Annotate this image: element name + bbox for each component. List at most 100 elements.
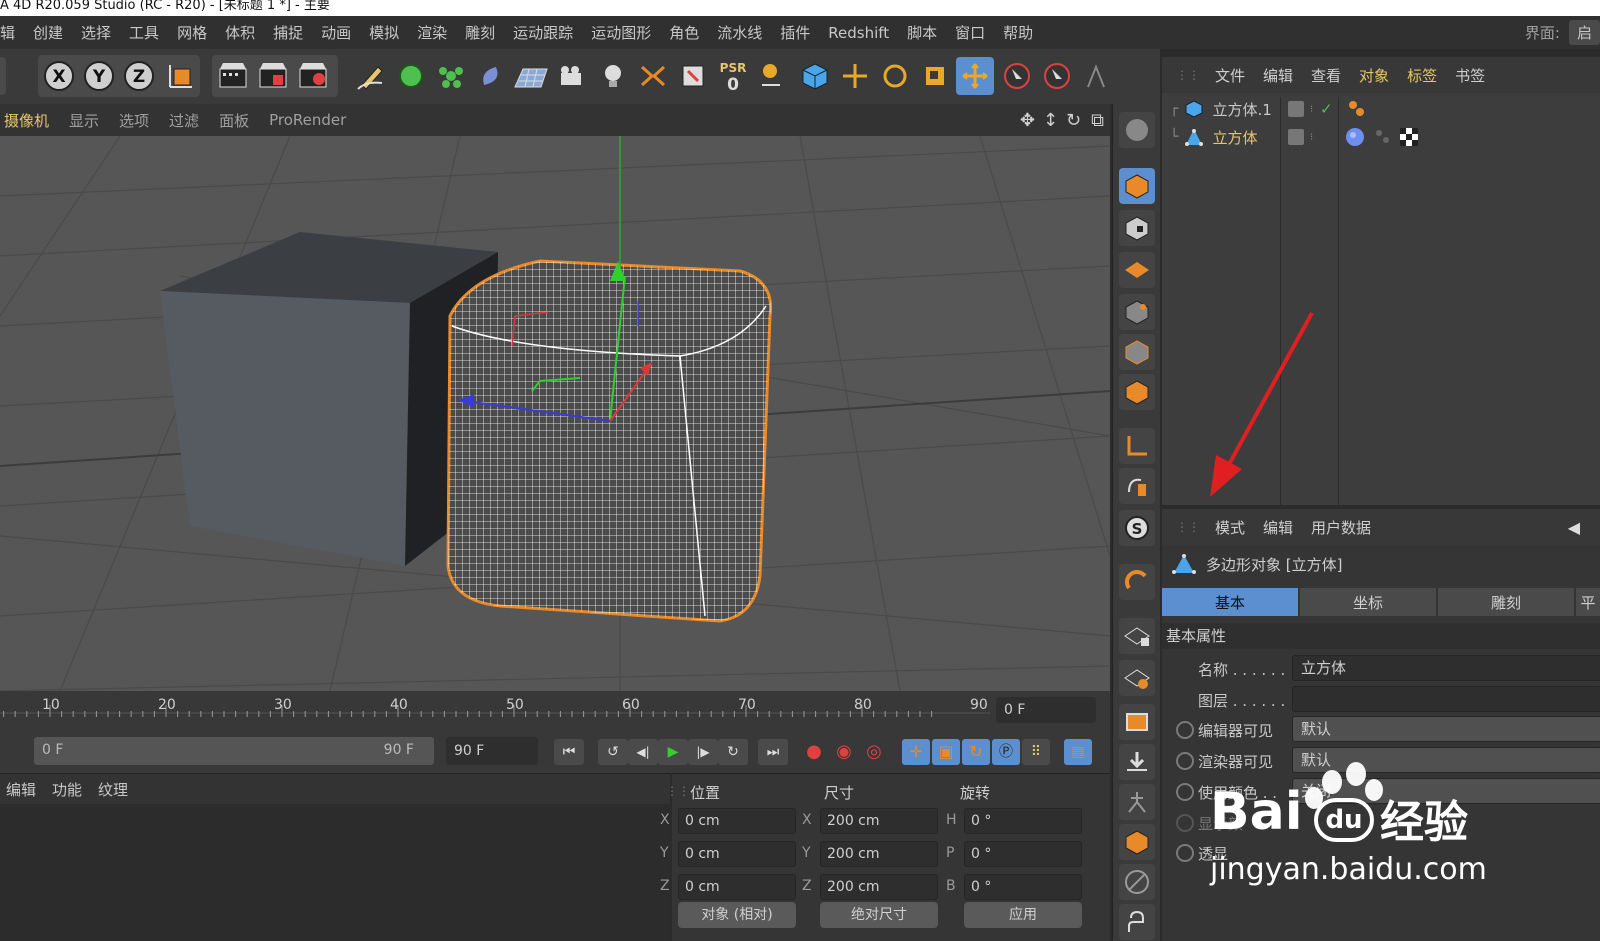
tab-coord[interactable]: 坐标 (1300, 588, 1436, 616)
layer-field[interactable] (1292, 686, 1600, 712)
menu-help[interactable]: 帮助 (994, 22, 1042, 43)
range-slider[interactable]: 0 F 90 F (34, 737, 434, 765)
viewport-rotate-icon[interactable]: ↻ (1062, 110, 1085, 131)
axis-mode-icon[interactable] (1119, 428, 1155, 464)
points-mode-icon[interactable] (1119, 294, 1155, 330)
disable-icon[interactable] (1119, 864, 1155, 900)
viewport-menu-options[interactable]: 选项 (109, 110, 159, 131)
tab-sculpt[interactable]: 雕刻 (1438, 588, 1574, 616)
rot-h-field[interactable]: 0 ° (964, 808, 1082, 834)
menu-snap[interactable]: 捕捉 (264, 22, 312, 43)
lock-workplane-icon[interactable] (1119, 618, 1155, 654)
viewport-menu-camera[interactable]: 摄像机 (0, 110, 59, 131)
pen-spline-icon[interactable] (352, 57, 390, 95)
bake-icon[interactable] (1119, 824, 1155, 860)
visibility-dots-icon[interactable]: ⁝ (1310, 132, 1313, 143)
polygons-mode-icon[interactable] (1119, 374, 1155, 410)
menu-redshift[interactable]: Redshift (819, 24, 898, 42)
timeline-window-button[interactable]: ▤ (1064, 739, 1092, 765)
live-selection-icon[interactable] (956, 57, 994, 95)
deformer-icon[interactable] (472, 57, 510, 95)
end-frame-field[interactable]: 90 F (446, 737, 538, 765)
pos-z-field[interactable]: 0 cm (678, 874, 796, 900)
layout-select[interactable]: 启 (1568, 20, 1600, 45)
texture-mode-icon[interactable] (1119, 210, 1155, 246)
am-menu-edit[interactable]: 编辑 (1254, 517, 1302, 538)
size-mode-select[interactable]: 绝对尺寸 (820, 902, 938, 928)
menu-pipeline[interactable]: 流水线 (708, 22, 771, 43)
menu-mesh[interactable]: 网格 (168, 22, 216, 43)
phong-tag-icon[interactable] (1346, 98, 1368, 120)
am-menu-userdata[interactable]: 用户数据 (1302, 517, 1380, 538)
mm-menu-texture[interactable]: 纹理 (90, 779, 136, 800)
prev-key-button[interactable]: ↺ (598, 739, 628, 765)
3d-viewport[interactable] (0, 136, 1110, 691)
object-name-selected[interactable]: 立方体 (1212, 127, 1257, 148)
rot-p-field[interactable]: 0 ° (964, 841, 1082, 867)
object-row-cube[interactable]: └ 立方体 ⁝ (1162, 123, 1600, 151)
layer-icon[interactable] (1288, 101, 1304, 117)
python-icon[interactable] (1119, 904, 1155, 940)
goto-end-button[interactable]: ⏭ (758, 739, 788, 765)
prev-frame-button[interactable]: ◀| (628, 739, 658, 765)
viewport-maximize-icon[interactable]: ⧉ (1085, 110, 1110, 131)
play-button[interactable]: ▶ (658, 739, 688, 765)
editor-visible-select[interactable]: 默认 (1292, 716, 1600, 742)
checker-tag-icon[interactable] (1398, 126, 1420, 148)
rotate-tool-icon[interactable] (876, 57, 914, 95)
menu-tools[interactable]: 工具 (120, 22, 168, 43)
om-menu-file[interactable]: 文件 (1206, 65, 1254, 86)
viewport-dolly-icon[interactable]: ↕ (1039, 110, 1062, 131)
viewport-menu-filter[interactable]: 过滤 (159, 110, 209, 131)
y-axis-lock-button[interactable]: Y (80, 57, 118, 95)
size-y-field[interactable]: 200 cm (820, 841, 938, 867)
menu-render[interactable]: 渲染 (408, 22, 456, 43)
viewport-nav-icon[interactable]: ✥ (1016, 110, 1039, 131)
pos-x-field[interactable]: 0 cm (678, 808, 796, 834)
workplane-mode-icon[interactable] (1119, 252, 1155, 288)
camera-icon[interactable] (552, 57, 590, 95)
menu-volume[interactable]: 体积 (216, 22, 264, 43)
key-scale-button[interactable]: ▣ (932, 739, 960, 765)
apply-button[interactable]: 应用 (964, 902, 1082, 928)
render-settings-icon[interactable] (294, 57, 332, 95)
size-z-field[interactable]: 200 cm (820, 874, 938, 900)
om-menu-view[interactable]: 查看 (1302, 65, 1350, 86)
om-menu-bookmarks[interactable]: 书签 (1446, 65, 1494, 86)
timeline-ruler[interactable]: 10 20 30 40 50 60 70 80 90 0 F (0, 691, 1110, 731)
tab-basic[interactable]: 基本 (1162, 588, 1298, 616)
render-visible-radio[interactable] (1176, 752, 1194, 770)
planar-workplane-icon[interactable] (1119, 660, 1155, 696)
z-axis-lock-button[interactable]: Z (120, 57, 158, 95)
visibility-dots-icon[interactable]: ⁝ (1310, 104, 1313, 115)
floor-icon[interactable] (512, 57, 550, 95)
symmetry-icon[interactable] (634, 57, 672, 95)
editor-visible-radio[interactable] (1176, 721, 1194, 739)
tweak-mode-icon[interactable] (1119, 468, 1155, 504)
menu-motion-tracker[interactable]: 运动跟踪 (504, 22, 582, 43)
snap-icon[interactable] (1119, 564, 1155, 600)
use-color-radio[interactable] (1176, 783, 1194, 801)
xray-radio[interactable] (1176, 844, 1194, 862)
download-icon[interactable] (1119, 744, 1155, 780)
coord-mode-select[interactable]: 对象 (相对) (678, 902, 796, 928)
solo-mode-icon[interactable]: S (1119, 510, 1155, 546)
scale-tool-icon[interactable] (916, 57, 954, 95)
workplane-icon[interactable] (754, 57, 792, 95)
menu-window[interactable]: 窗口 (946, 22, 994, 43)
light-icon[interactable] (594, 57, 632, 95)
render-view-icon[interactable] (214, 57, 252, 95)
goto-start-button[interactable]: ⏮ (554, 739, 584, 765)
name-field[interactable]: 立方体 (1292, 655, 1600, 681)
next-frame-button[interactable]: |▶ (688, 739, 718, 765)
object-row-cube-1[interactable]: ┌ 立方体.1 ⁝ ✓ (1162, 95, 1600, 123)
viewport-menu-prorender[interactable]: ProRender (259, 111, 356, 129)
pos-y-field[interactable]: 0 cm (678, 841, 796, 867)
display-color-radio[interactable] (1176, 814, 1194, 832)
rot-b-field[interactable]: 0 ° (964, 874, 1082, 900)
viewport-menu-panel[interactable]: 面板 (209, 110, 259, 131)
undo-icon[interactable] (0, 57, 6, 95)
tab-phong[interactable]: 平 (1576, 588, 1600, 616)
om-menu-edit[interactable]: 编辑 (1254, 65, 1302, 86)
key-pla-button[interactable]: ⠿ (1022, 739, 1050, 765)
